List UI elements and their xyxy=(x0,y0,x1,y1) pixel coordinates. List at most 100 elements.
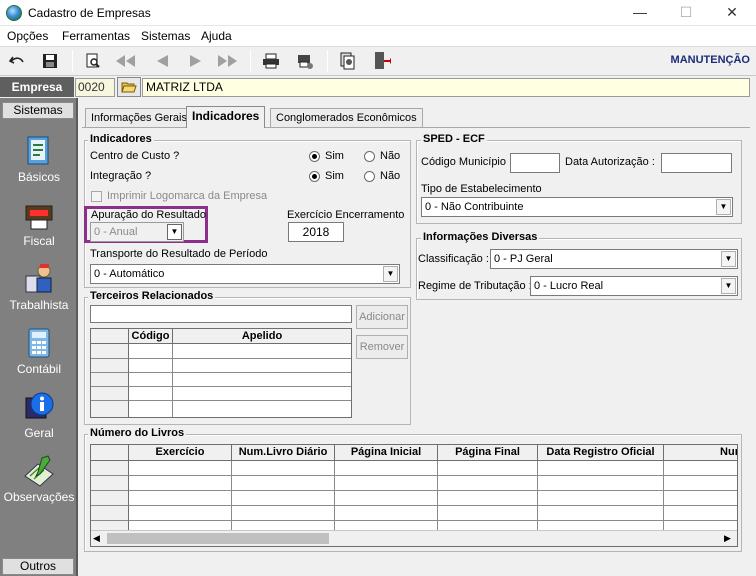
table-cell[interactable] xyxy=(129,344,173,359)
centro-custo-nao-radio[interactable] xyxy=(364,151,375,162)
table-cell[interactable] xyxy=(335,476,438,491)
next-record-button[interactable] xyxy=(184,50,208,72)
remover-button[interactable]: Remover xyxy=(356,335,408,359)
previous-record-button[interactable] xyxy=(150,50,174,72)
sidebar-footer-outros[interactable]: Outros xyxy=(2,558,74,575)
table-cell[interactable] xyxy=(538,476,664,491)
table-cell[interactable] xyxy=(664,476,737,491)
table-cell[interactable] xyxy=(173,359,351,373)
chevron-down-icon[interactable]: ▼ xyxy=(721,278,736,294)
livros-grid[interactable]: Exercício Num.Livro Diário Página Inicia… xyxy=(90,444,738,547)
preview-button[interactable] xyxy=(81,50,105,72)
tab-indicadores[interactable]: Indicadores xyxy=(186,106,266,128)
table-cell[interactable] xyxy=(173,387,351,401)
sidebar-item-fiscal[interactable]: Fiscal xyxy=(0,198,78,248)
table-cell[interactable] xyxy=(232,506,335,521)
open-empresa-button[interactable] xyxy=(117,77,141,97)
table-cell[interactable] xyxy=(335,461,438,476)
maximize-button[interactable]: ☐ xyxy=(663,0,709,26)
tipo-estab-select[interactable]: 0 - Não Contribuinte ▼ xyxy=(421,197,733,217)
column-header-exercicio[interactable]: Exercício xyxy=(129,445,232,461)
undo-button[interactable] xyxy=(5,50,29,72)
table-cell[interactable] xyxy=(173,344,351,359)
tools-button[interactable] xyxy=(336,50,360,72)
table-cell[interactable] xyxy=(664,491,737,506)
centro-custo-sim-radio[interactable] xyxy=(309,151,320,162)
column-header-pagina-final[interactable]: Página Final xyxy=(438,445,538,461)
apuracao-select[interactable]: 0 - Anual ▼ xyxy=(90,222,184,242)
scroll-right-icon[interactable]: ▶ xyxy=(724,533,731,544)
table-cell[interactable] xyxy=(438,461,538,476)
table-cell[interactable] xyxy=(438,506,538,521)
last-record-button[interactable] xyxy=(216,50,240,72)
table-cell[interactable] xyxy=(232,476,335,491)
save-button[interactable] xyxy=(38,50,62,72)
table-cell[interactable] xyxy=(129,387,173,401)
minimize-button[interactable]: — xyxy=(617,0,663,26)
menu-ferramentas[interactable]: Ferramentas xyxy=(62,29,130,43)
first-record-button[interactable] xyxy=(114,50,138,72)
regime-select[interactable]: 0 - Lucro Real ▼ xyxy=(530,276,738,296)
empresa-name-field[interactable]: MATRIZ LTDA xyxy=(142,78,750,97)
table-cell[interactable] xyxy=(438,521,538,530)
print-setup-button[interactable] xyxy=(293,50,317,72)
sidebar-item-trabalhista[interactable]: Trabalhista xyxy=(0,262,78,312)
scroll-left-icon[interactable]: ◀ xyxy=(93,533,100,544)
exit-button[interactable] xyxy=(370,50,394,72)
table-cell[interactable] xyxy=(538,461,664,476)
transporte-select[interactable]: 0 - Automático ▼ xyxy=(90,264,400,284)
data-autorizacao-field[interactable] xyxy=(661,153,732,173)
sidebar-item-contabil[interactable]: Contábil xyxy=(0,326,78,376)
imprimir-logo-checkbox[interactable] xyxy=(91,191,102,202)
print-button[interactable] xyxy=(259,50,283,72)
table-cell[interactable] xyxy=(129,521,232,530)
table-cell[interactable] xyxy=(538,506,664,521)
column-header-num-livro[interactable]: Num.Livro Diário xyxy=(232,445,335,461)
classificacao-select[interactable]: 0 - PJ Geral ▼ xyxy=(490,249,738,269)
table-cell[interactable] xyxy=(129,461,232,476)
terceiros-grid[interactable]: Código Apelido xyxy=(90,328,352,418)
table-cell[interactable] xyxy=(335,491,438,506)
table-cell[interactable] xyxy=(538,491,664,506)
table-cell[interactable] xyxy=(335,521,438,530)
horizontal-scrollbar[interactable]: ◀ ▶ xyxy=(91,530,737,546)
table-cell[interactable] xyxy=(438,476,538,491)
menu-ajuda[interactable]: Ajuda xyxy=(201,29,232,43)
table-cell[interactable] xyxy=(129,401,173,417)
integracao-nao-radio[interactable] xyxy=(364,171,375,182)
chevron-down-icon[interactable]: ▼ xyxy=(383,266,398,282)
menu-opcoes[interactable]: Opções xyxy=(7,29,48,43)
column-header-nur[interactable]: Nur xyxy=(664,445,737,461)
table-cell[interactable] xyxy=(664,506,737,521)
integracao-sim-radio[interactable] xyxy=(309,171,320,182)
close-button[interactable]: ✕ xyxy=(709,0,755,26)
table-cell[interactable] xyxy=(664,461,737,476)
empresa-code-field[interactable]: 0020 xyxy=(75,78,115,97)
table-cell[interactable] xyxy=(129,373,173,387)
adicionar-button[interactable]: Adicionar xyxy=(356,305,408,329)
tab-informacoes-gerais[interactable]: Informações Gerais xyxy=(85,108,193,128)
table-cell[interactable] xyxy=(335,506,438,521)
sidebar-header-sistemas[interactable]: Sistemas xyxy=(2,102,74,119)
chevron-down-icon[interactable]: ▼ xyxy=(167,224,182,240)
table-cell[interactable] xyxy=(232,491,335,506)
scrollbar-thumb[interactable] xyxy=(107,533,329,544)
codigo-municipio-field[interactable] xyxy=(510,153,560,173)
chevron-down-icon[interactable]: ▼ xyxy=(716,199,731,215)
column-header-apelido[interactable]: Apelido xyxy=(173,329,351,344)
sidebar-item-observacoes[interactable]: Observações xyxy=(0,454,78,504)
table-cell[interactable] xyxy=(232,521,335,530)
sidebar-item-geral[interactable]: Geral xyxy=(0,390,78,440)
column-header-codigo[interactable]: Código xyxy=(129,329,173,344)
table-cell[interactable] xyxy=(232,461,335,476)
tab-conglomerados[interactable]: Conglomerados Econômicos xyxy=(270,108,423,128)
exercicio-field[interactable]: 2018 xyxy=(288,222,344,242)
menu-sistemas[interactable]: Sistemas xyxy=(141,29,190,43)
table-cell[interactable] xyxy=(538,521,664,530)
table-cell[interactable] xyxy=(129,491,232,506)
table-cell[interactable] xyxy=(129,506,232,521)
table-cell[interactable] xyxy=(438,491,538,506)
column-header-pagina-inicial[interactable]: Página Inicial xyxy=(335,445,438,461)
column-header-data-registro[interactable]: Data Registro Oficial xyxy=(538,445,664,461)
table-cell[interactable] xyxy=(129,476,232,491)
